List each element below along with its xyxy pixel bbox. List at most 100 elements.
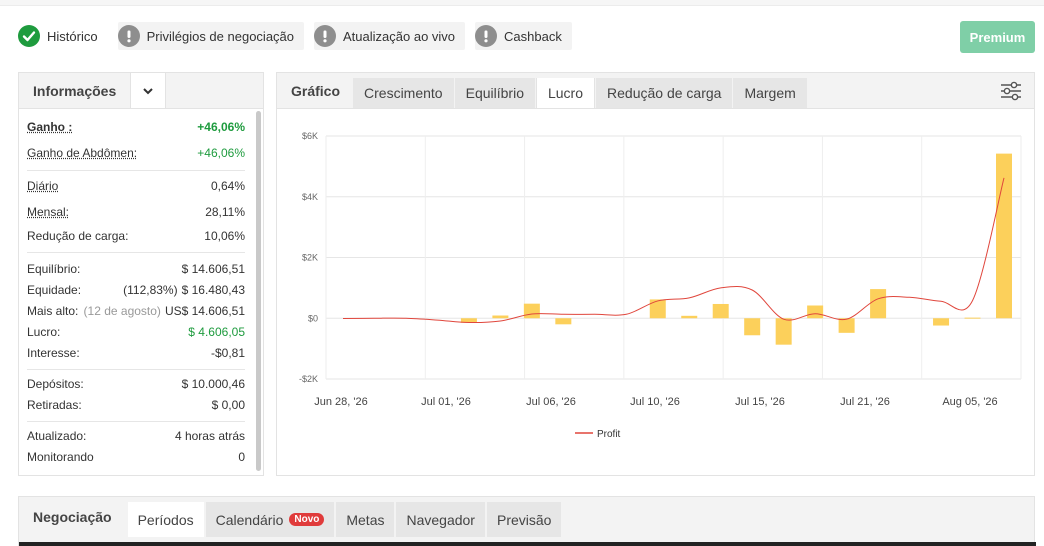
x-tick-label: Jul 06, '26 — [526, 396, 576, 408]
tab-metas[interactable]: Metas — [336, 502, 395, 537]
label-reducao: Redução de carga: — [27, 229, 129, 243]
y-tick-label: $0 — [308, 313, 318, 323]
label-interesse: Interesse: — [27, 346, 80, 360]
tab-navegador[interactable]: Navegador — [396, 502, 485, 537]
x-tick-label: Aug 05, '26 — [942, 396, 997, 408]
exclamation-icon — [475, 25, 498, 47]
value-ganho-abdomen: +46,06% — [197, 146, 245, 160]
label-diario[interactable]: Diário — [27, 179, 58, 193]
row-depositos: Depósitos: $ 10.000,46 — [27, 375, 245, 393]
label-equidade: Equidade: — [27, 283, 82, 297]
label-equilibrio: Equilíbrio: — [27, 262, 81, 276]
top-strip — [0, 0, 1044, 6]
tab-lucro[interactable]: Lucro — [535, 78, 596, 108]
x-tick-label: Jul 15, '26 — [735, 396, 785, 408]
profit-bar — [555, 318, 572, 325]
info-header: Informações — [19, 73, 263, 109]
bottom-panel: Negociação Períodos Calendário Novo Meta… — [18, 496, 1036, 546]
profit-bar — [807, 305, 824, 319]
profit-bar — [775, 318, 792, 345]
filter-sliders-icon[interactable] — [1000, 81, 1022, 101]
y-tick-label: $6K — [302, 131, 318, 141]
label-mensal[interactable]: Mensal: — [27, 205, 69, 219]
row-reducao: Redução de carga: 10,06% — [27, 227, 245, 245]
value-depositos: $ 10.000,46 — [181, 377, 245, 391]
legend-label: Profit — [597, 429, 621, 440]
value-ganho: +46,06% — [197, 120, 245, 134]
value-monitorando: 0 — [238, 450, 245, 464]
profit-bar — [870, 289, 887, 319]
info-toggle[interactable] — [130, 73, 167, 108]
tab-margem[interactable]: Margem — [733, 78, 807, 108]
label-atualizado: Atualizado: — [27, 429, 87, 443]
tab-reducao-de-carga[interactable]: Redução de carga — [596, 78, 733, 108]
tab-calendario[interactable]: Calendário Novo — [205, 502, 335, 537]
x-tick-label: Jun 28, '26 — [314, 396, 367, 408]
label-mais-alto: Mais alto: — [27, 304, 79, 318]
chart-area: $6K $4K $2K $0 -$2K Jun 28, '26 Jul 01, '26 Jul… — [277, 110, 1034, 478]
note-equidade: (112,83%) — [123, 283, 178, 297]
y-tick-label: -$2K — [299, 374, 318, 384]
tab-calendario-label: Calendário — [215, 511, 284, 528]
chart-tabs-title: Gráfico — [291, 82, 341, 99]
equidade-value-group: (112,83%) $ 16.480,43 — [123, 283, 245, 297]
bottom-tabs: Negociação Períodos Calendário Novo Meta… — [19, 497, 1034, 537]
separator — [27, 369, 245, 370]
row-atualizado: Atualizado: 4 horas atrás — [27, 427, 245, 445]
info-scrollbar[interactable] — [256, 111, 261, 471]
premium-button[interactable]: Premium — [960, 21, 1035, 53]
label-depositos: Depósitos: — [27, 377, 84, 391]
profit-bar — [838, 318, 855, 333]
profit-bar — [933, 318, 950, 326]
row-mais-alto: Mais alto: (12 de agosto) US$ 14.606,51 — [27, 302, 245, 320]
badge-label: Atualização ao vivo — [343, 28, 456, 44]
value-equidade: $ 16.480,43 — [181, 283, 245, 297]
exclamation-icon — [314, 25, 337, 47]
profit-bar — [523, 303, 540, 319]
y-tick-label: $4K — [302, 192, 318, 202]
tab-periodos[interactable]: Períodos — [127, 502, 204, 537]
info-title: Informações — [33, 82, 117, 99]
mais-alto-value-group: (12 de agosto) US$ 14.606,51 — [84, 304, 245, 318]
badge-cashback[interactable]: Cashback — [475, 22, 572, 50]
row-retiradas: Retiradas: $ 0,00 — [27, 396, 245, 414]
tab-crescimento[interactable]: Crescimento — [353, 78, 454, 108]
x-tick-label: Jul 01, '26 — [421, 396, 471, 408]
badge-privilegios[interactable]: Privilégios de negociação — [117, 22, 305, 50]
value-retiradas: $ 0,00 — [211, 398, 245, 412]
row-ganho: Ganho : +46,06% — [27, 118, 245, 136]
label-retiradas: Retiradas: — [27, 398, 82, 412]
tab-previsao[interactable]: Previsão — [486, 502, 562, 537]
value-diario: 0,64% — [210, 179, 245, 193]
label-ganho[interactable]: Ganho : — [27, 120, 72, 134]
y-tick-label: $2K — [302, 253, 318, 263]
label-monitorando: Monitorando — [27, 450, 94, 464]
profit-bar — [712, 303, 729, 319]
badge-historico[interactable]: Histórico — [18, 22, 108, 50]
separator — [27, 252, 245, 253]
info-panel: Informações Ganho : +46,06% Ganho de Abd… — [18, 72, 264, 476]
profit-bar — [649, 299, 666, 319]
label-ganho-abdomen[interactable]: Ganho de Abdômen: — [27, 146, 137, 160]
value-atualizado: 4 horas atrás — [174, 429, 245, 443]
label-lucro: Lucro: — [27, 325, 61, 339]
row-interesse: Interesse: -$0,81 — [27, 344, 245, 362]
profit-bar — [744, 318, 761, 336]
badge-atualizacao[interactable]: Atualização ao vivo — [314, 22, 466, 50]
profit-bar — [681, 315, 698, 319]
exclamation-icon — [117, 25, 140, 47]
separator — [27, 421, 245, 422]
value-mensal: 28,11% — [205, 205, 245, 219]
bottom-tabs-title: Negociação — [33, 509, 112, 525]
row-monitorando: Monitorando 0 — [27, 448, 245, 466]
content-edge — [19, 542, 1036, 546]
row-ganho-abdomen: Ganho de Abdômen: +46,06% — [27, 144, 245, 162]
value-lucro: $ 4.606,05 — [188, 325, 245, 339]
info-body: Ganho : +46,06% Ganho de Abdômen: +46,06… — [19, 110, 253, 475]
profit-chart: $6K $4K $2K $0 -$2K Jun 28, '26 Jul 01, '26 Jul… — [299, 131, 1022, 440]
status-badges: Histórico Privilégios de negociação Atua… — [18, 22, 572, 50]
badge-label: Histórico — [47, 28, 98, 44]
tab-equilibrio[interactable]: Equilíbrio — [454, 78, 535, 108]
value-interesse: -$0,81 — [210, 346, 245, 360]
profit-bar — [492, 315, 509, 319]
